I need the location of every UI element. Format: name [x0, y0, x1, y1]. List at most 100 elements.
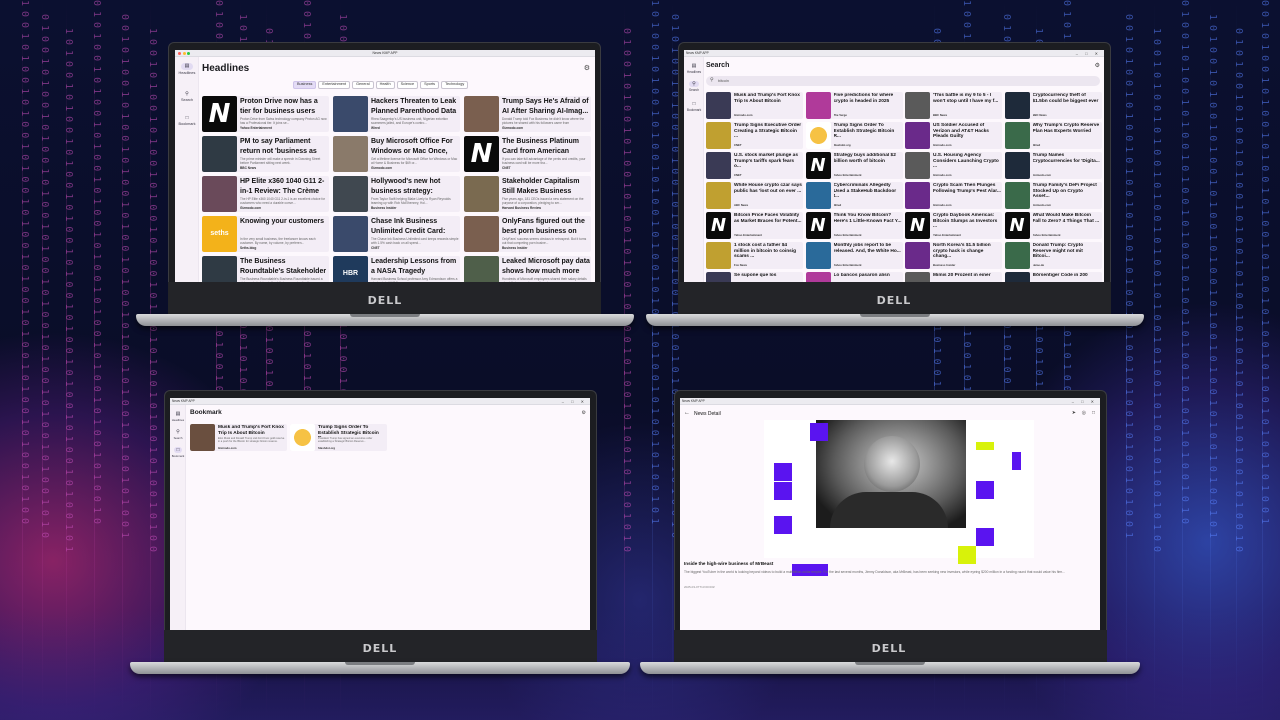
article-thumbnail: [805, 272, 831, 282]
dell-logo: DELL: [876, 294, 912, 307]
chip-business[interactable]: Business: [293, 81, 317, 89]
article-title: Trump Signs Order To Establish Strategic…: [833, 123, 895, 138]
article-source: CNET: [502, 166, 511, 170]
news-card[interactable]: The Business Roundtable's Stakeholder Pl…: [202, 256, 329, 282]
search-result-card[interactable]: N Bitcoin Price Faces Volatility as Marke…: [706, 212, 803, 239]
news-card[interactable]: OnlyFans figured out the best porn busin…: [464, 216, 591, 252]
search-result-card[interactable]: Trump Signs Executive Order Creating a S…: [706, 122, 803, 149]
search-result-card[interactable]: N Think You Know Bitcoin? Here's 1 Little…: [805, 212, 903, 239]
page-title: Bookmark: [190, 409, 222, 416]
search-result-card[interactable]: Monthly jobs report to be released. And,…: [805, 242, 903, 269]
search-result-card[interactable]: Lo bancos pasaron alisn: [805, 272, 903, 282]
search-result-card[interactable]: White House crypto czar says public has …: [706, 182, 803, 209]
news-card[interactable]: Chase Ink Business Unlimited Credit Card…: [333, 216, 460, 252]
back-arrow-icon[interactable]: ←: [684, 410, 690, 416]
window-controls[interactable]: – □ ✕: [1072, 398, 1097, 405]
article-title: Why Trump's Crypto Reserve Plan Has Expe…: [1032, 123, 1100, 134]
search-result-card[interactable]: Donald Trump: Crypto Reserve might not m…: [1004, 242, 1102, 269]
nav-headlines[interactable]: ▤ Headlines: [684, 63, 704, 74]
nav-headlines[interactable]: ▤ Headlines: [170, 411, 186, 422]
bookmark-card[interactable]: Musk and Trump's Fort Knox Trip Is About…: [190, 424, 287, 451]
search-result-card[interactable]: Five predictions for where crypto is hea…: [805, 92, 903, 119]
browser-icon[interactable]: ◎: [1082, 410, 1086, 416]
navigation-rail: ▤ Headlines ⚲ Search □ Bookmark: [175, 57, 199, 282]
search-result-card[interactable]: Crypto Scam Then Plunges Following Trump…: [905, 182, 1002, 209]
navigation-rail: ▤ Headlines ⚲ Search □ Bookmark: [684, 57, 704, 282]
bookmark-icon: □: [174, 447, 182, 453]
nav-search[interactable]: ⚲ Search: [684, 81, 704, 92]
news-card[interactable]: N The Business Platinum Card from America…: [464, 136, 591, 172]
nav-bookmark[interactable]: □ Bookmark: [170, 447, 186, 458]
window-controls[interactable]: – □ ✕: [1076, 50, 1101, 57]
bookmark-icon[interactable]: □: [1092, 410, 1095, 416]
search-result-card[interactable]: N What Would Make Bitcoin Fall to Zero? 4…: [1004, 212, 1102, 239]
search-result-card[interactable]: Why Trump's Crypto Reserve Plan Has Expe…: [1004, 122, 1102, 149]
search-result-card[interactable]: Mimis 20 Prozent in einer: [905, 272, 1002, 282]
search-result-card[interactable]: U.S. Housing Agency Considers Launching …: [905, 152, 1002, 179]
article-source: Wired: [371, 126, 380, 130]
search-input[interactable]: bitcoin: [718, 79, 729, 83]
search-result-card[interactable]: US Soldier Accused of Verizon and AT&T H…: [905, 122, 1002, 149]
nav-bookmark[interactable]: □ Bookmark: [684, 101, 704, 112]
search-result-card[interactable]: 'This battle is my 9 to 5 - I won't stop…: [905, 92, 1002, 119]
bookmark-icon: □: [185, 115, 189, 121]
news-card[interactable]: HP Elite x360 1040 G11 2-in-1 Review: Th…: [202, 176, 329, 212]
article-thumbnail: N: [805, 212, 831, 239]
search-result-card[interactable]: Börsentiger Code in 200: [1004, 272, 1102, 282]
article-title: Bitcoin Price Faces Volatility as Market…: [734, 213, 802, 224]
article-source: CNET: [734, 173, 742, 177]
article-thumbnail: [202, 136, 237, 172]
news-card[interactable]: Hollywood's new hot business strategy: C…: [333, 176, 460, 212]
news-card[interactable]: N Proton Drive now has a tier for busines…: [202, 96, 329, 132]
article-description: Elon Musk and Donald Trump visit Fort Kn…: [218, 437, 285, 444]
news-card[interactable]: seths Knowing your customers In the very s…: [202, 216, 329, 252]
article-thumbnail: [905, 92, 930, 119]
search-result-card[interactable]: Musk and Trump's Fort Knox Trip Is About…: [706, 92, 803, 119]
settings-gear-icon[interactable]: ⚙: [1095, 62, 1100, 69]
article-source: Gizmodo.com: [371, 166, 393, 170]
chip-technology[interactable]: Technology: [441, 81, 469, 89]
search-result-card[interactable]: Trump Family's DeFi Project Stocked Up o…: [1004, 182, 1102, 209]
chip-sports[interactable]: Sports: [420, 81, 440, 89]
navigation-rail: ▤ Headlines ⚲ Search □ Bookmark: [170, 405, 186, 630]
news-card[interactable]: Hackers Threaten to Leak Planned Parenth…: [333, 96, 460, 132]
bookmark-icon: □: [692, 101, 696, 107]
nav-search[interactable]: ⚲ Search: [175, 91, 199, 102]
news-card[interactable]: Buy Microsoft Office For Windows or Mac …: [333, 136, 460, 172]
settings-gear-icon[interactable]: ⚙: [582, 410, 586, 416]
page-title: News Detail: [694, 411, 721, 417]
news-card[interactable]: Stakeholder Capitalism Still Makes Busin…: [464, 176, 591, 212]
search-result-card[interactable]: Cybercriminals Allegedly Used a StakeHub…: [805, 182, 903, 209]
news-card[interactable]: HBR Leadership Lessons from a NASA Traged…: [333, 256, 460, 282]
news-card[interactable]: Leaked Microsoft pay data shows how much…: [464, 256, 591, 282]
search-result-card[interactable]: Cryptocurrency theft of $1.5bn could be …: [1004, 92, 1102, 119]
search-result-card[interactable]: Trump Names Cryptocurrencies for 'Digita…: [1004, 152, 1102, 179]
chip-health[interactable]: Health: [375, 81, 395, 89]
settings-gear-icon[interactable]: ⚙: [584, 64, 590, 72]
nav-search[interactable]: ⚲ Search: [170, 429, 186, 440]
search-result-card[interactable]: Se supone que los: [706, 272, 803, 282]
search-result-card[interactable]: U.S. stock market plunge as Trump's tari…: [706, 152, 803, 179]
share-icon[interactable]: ➤: [1072, 410, 1076, 416]
search-result-card[interactable]: N Strategy buys additional $2 billion wor…: [805, 152, 903, 179]
newspaper-icon: ▤: [691, 63, 697, 69]
news-card[interactable]: PM to say Parliament return not 'busines…: [202, 136, 329, 172]
chip-general[interactable]: General: [352, 81, 374, 89]
dell-logo: DELL: [367, 294, 403, 307]
search-result-card[interactable]: N Crypto Daybook Americas: Bitcoin Slumps…: [905, 212, 1002, 239]
article-source: CNET: [371, 246, 380, 250]
search-result-card[interactable]: 1 stock cost a father $4 million in bitc…: [706, 242, 803, 269]
nav-bookmark[interactable]: □ Bookmark: [175, 115, 199, 126]
nav-headlines[interactable]: ▤ Headlines: [175, 63, 199, 75]
chip-entertainment[interactable]: Entertainment: [318, 81, 351, 89]
news-card[interactable]: Trump Says He's Afraid of AI After Shari…: [464, 96, 591, 132]
search-result-card[interactable]: Trump Signs Order To Establish Strategic…: [805, 122, 903, 149]
article-description: In the very small business, the freelanc…: [240, 237, 316, 245]
search-result-card[interactable]: North Korea's $1.5 billion crypto hack i…: [905, 242, 1002, 269]
search-bar[interactable]: ⚲ bitcoin: [706, 76, 1100, 86]
chip-science[interactable]: Science: [396, 81, 419, 89]
window-controls[interactable]: – □ ✕: [562, 398, 587, 405]
bookmark-card[interactable]: Trump Signs Order To Establish Strategic…: [290, 424, 387, 451]
article-title: Börsentiger Code in 200: [1032, 273, 1088, 278]
article-source: BBC News: [240, 166, 257, 170]
